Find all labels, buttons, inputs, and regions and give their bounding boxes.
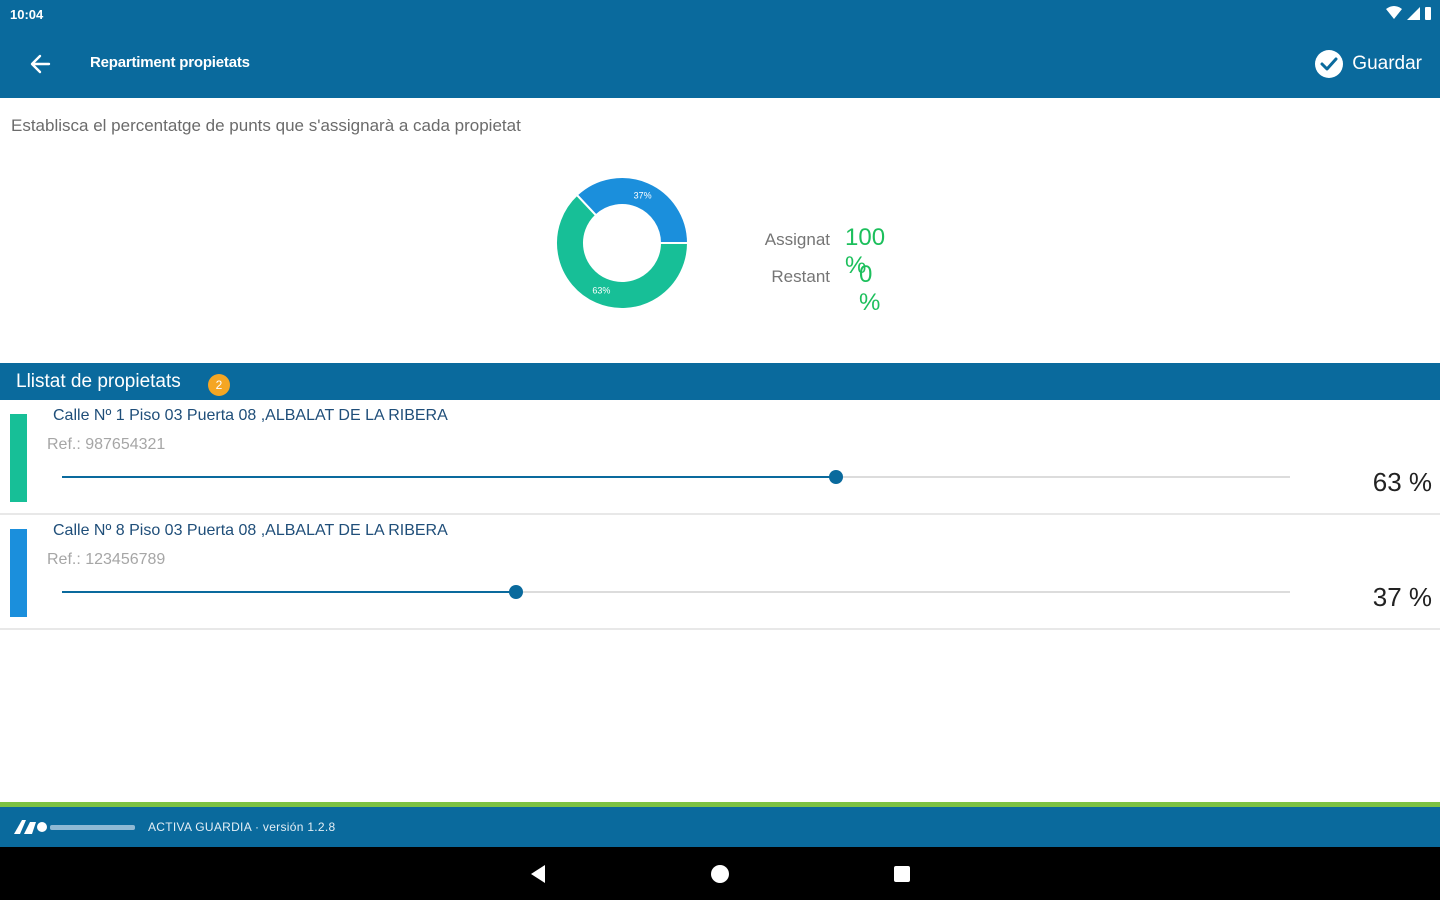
nav-home-button[interactable] [708,862,732,886]
status-icons [1386,6,1432,20]
property-percent: 37 % [1372,582,1432,612]
recents-square-icon [894,866,910,882]
property-color-bar [10,529,27,617]
nav-back-button[interactable] [526,862,550,886]
slider-fill [62,591,517,593]
percentage-slider[interactable] [62,585,1290,599]
save-button[interactable]: Guardar [1314,46,1422,82]
list-item: Calle Nº 1 Piso 03 Puerta 08 ,ALBALAT DE… [0,400,1440,515]
list-item: Calle Nº 8 Piso 03 Puerta 08 ,ALBALAT DE… [0,515,1440,630]
remaining-value: 0 % [859,261,881,316]
property-list-header: Llistat de propietats 2 [0,363,1440,400]
footer: ACTIVA GUARDIA · versión 1.2.8 [0,807,1440,847]
signal-icon [1407,7,1420,20]
instructions-text: Establisca el percentatge de punts que s… [11,116,521,135]
status-bar: 10:04 [0,0,1440,30]
property-percent: 63 % [1372,467,1432,497]
distribution-donut-chart: 37% 63% [555,176,690,310]
property-color-bar [10,414,27,502]
page-title: Repartiment propietats [90,54,250,71]
donut-slice-label: 63% [592,286,610,296]
back-triangle-icon [531,865,545,883]
home-circle-icon [711,865,729,883]
property-ref: Ref.: 123456789 [47,551,166,568]
assigned-label: Assignat [764,230,830,249]
save-button-label: Guardar [1352,53,1422,74]
system-nav-bar [0,847,1440,900]
footer-version-text: ACTIVA GUARDIA · versión 1.2.8 [148,820,336,834]
brand-logo-icon [14,820,135,834]
property-address: Calle Nº 8 Piso 03 Puerta 08 ,ALBALAT DE… [53,522,448,539]
wifi-icon [1386,6,1402,19]
app-bar: Repartiment propietats Guardar [0,30,1440,98]
percentage-slider[interactable] [62,470,1290,484]
back-button[interactable] [22,46,58,82]
remaining-label: Restant [771,267,830,286]
donut-slice-label: 37% [634,190,652,200]
slider-fill [62,476,836,478]
property-count-badge: 2 [208,374,230,396]
slider-thumb[interactable] [828,470,843,484]
arrow-left-icon [30,54,51,74]
battery-icon [1425,7,1431,20]
check-circle-icon [1315,50,1344,78]
property-list-title: Llistat de propietats [16,371,181,392]
nav-recents-button[interactable] [890,862,914,886]
slider-thumb[interactable] [509,585,524,599]
donut-slice [575,176,690,244]
status-time: 10:04 [10,7,44,22]
property-address: Calle Nº 1 Piso 03 Puerta 08 ,ALBALAT DE… [53,407,448,424]
property-ref: Ref.: 987654321 [47,436,166,453]
